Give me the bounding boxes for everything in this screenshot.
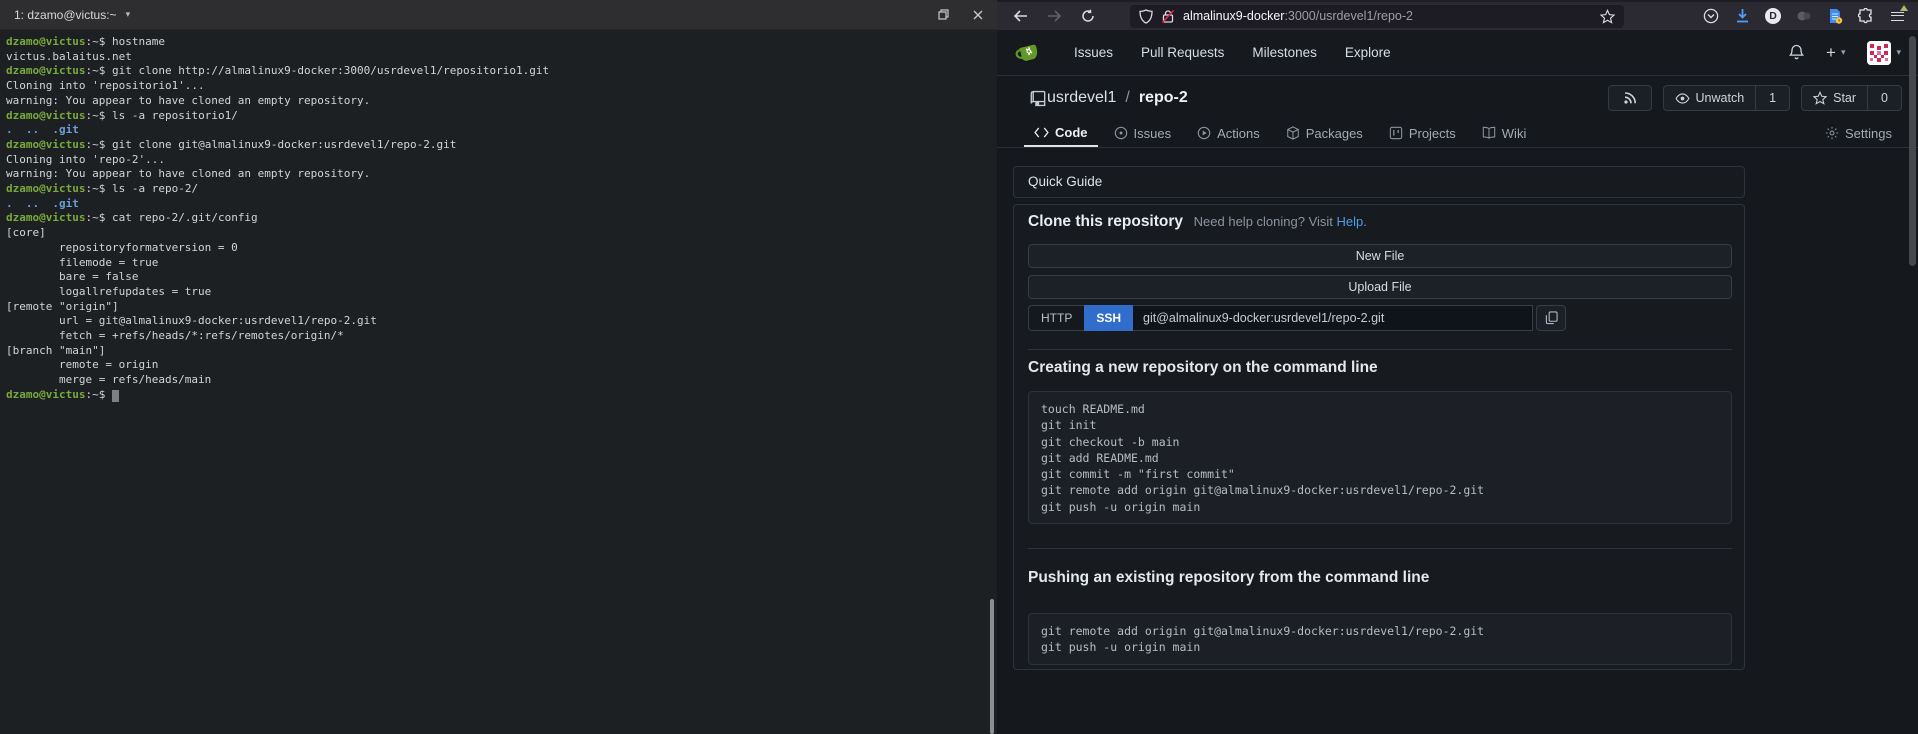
repo-tabs: Code Issues Actions Packages Projects — [997, 120, 1918, 148]
account-profile-icon[interactable] — [1795, 7, 1813, 25]
menu-hamburger-icon[interactable] — [1888, 7, 1906, 25]
section-heading-push: Pushing an existing repository from the … — [1028, 569, 1429, 587]
clone-url-input[interactable] — [1133, 305, 1533, 331]
darkreader-icon[interactable]: D — [1764, 7, 1782, 25]
code-icon — [1034, 127, 1049, 138]
terminal-scrollbar-thumb[interactable] — [990, 599, 994, 734]
gitea-logo[interactable] — [1014, 38, 1044, 68]
nav-item-milestones[interactable]: Milestones — [1252, 45, 1317, 60]
empty-repo-guide-panel: Clone this repository Need help cloning?… — [1013, 204, 1745, 670]
repo-header: usrdevel1 / repo-2 Unwatch 1 — [997, 76, 1918, 120]
terminal-title: 1: dzamo@victus:~ — [14, 8, 117, 22]
browser-window: almalinux9-docker:3000/usrdevel1/repo-2 … — [997, 0, 1918, 734]
gear-icon — [1825, 126, 1839, 140]
user-menu[interactable]: ▾ — [1867, 41, 1901, 65]
url-host: almalinux9-docker — [1183, 9, 1284, 23]
back-icon[interactable] — [1011, 7, 1029, 25]
forward-icon[interactable] — [1045, 7, 1063, 25]
desktop: 1: dzamo@victus:~ ▾ dzamo@victus:~$ host… — [0, 0, 1918, 734]
gitea-page: Issues Pull Requests Milestones Explore … — [997, 30, 1918, 734]
reader-document-icon[interactable] — [1826, 7, 1844, 25]
nav-item-explore[interactable]: Explore — [1345, 45, 1391, 60]
code-block-create: touch README.md git init git checkout -b… — [1028, 391, 1732, 524]
repo-title: usrdevel1 / repo-2 — [1047, 89, 1188, 107]
star-button[interactable]: Star 0 — [1801, 85, 1902, 111]
browser-toolbar: almalinux9-docker:3000/usrdevel1/repo-2 … — [997, 0, 1918, 30]
reload-icon[interactable] — [1079, 7, 1097, 25]
unwatch-button[interactable]: Unwatch 1 — [1663, 85, 1791, 111]
section-heading-create: Creating a new repository on the command… — [1028, 359, 1378, 377]
help-link[interactable]: Help — [1337, 214, 1364, 229]
star-icon — [1813, 91, 1827, 105]
tab-packages[interactable]: Packages — [1276, 119, 1373, 147]
copy-icon — [1545, 311, 1558, 325]
create-new-button[interactable]: + ▾ — [1826, 44, 1845, 61]
chevron-down-icon: ▾ — [1896, 47, 1901, 58]
package-icon — [1286, 126, 1300, 140]
tab-wiki[interactable]: Wiki — [1472, 119, 1537, 147]
url-text[interactable]: almalinux9-docker:3000/usrdevel1/repo-2 — [1183, 9, 1592, 23]
chevron-down-icon[interactable]: ▾ — [126, 9, 131, 20]
insecure-lock-icon[interactable] — [1161, 9, 1175, 24]
book-icon — [1482, 126, 1496, 140]
downloads-icon[interactable] — [1733, 7, 1751, 25]
url-path: :3000/usrdevel1/repo-2 — [1284, 9, 1413, 23]
clone-ssh-button[interactable]: SSH — [1084, 305, 1133, 331]
project-board-icon — [1389, 126, 1403, 140]
plus-icon: + — [1826, 44, 1836, 61]
terminal-titlebar[interactable]: 1: dzamo@victus:~ ▾ — [0, 0, 997, 30]
terminal-output[interactable]: dzamo@victus:~$ hostnamevictus.balaitus.… — [0, 30, 997, 734]
nav-item-pull-requests[interactable]: Pull Requests — [1141, 45, 1224, 60]
pocket-icon[interactable] — [1702, 7, 1720, 25]
eye-icon — [1675, 93, 1690, 104]
watch-count[interactable]: 1 — [1755, 86, 1789, 110]
tab-code[interactable]: Code — [1024, 119, 1098, 147]
update-badge — [1900, 5, 1908, 11]
new-file-button[interactable]: New File — [1028, 244, 1732, 268]
quick-guide-panel: Quick Guide — [1013, 166, 1745, 198]
tab-settings[interactable]: Settings — [1815, 119, 1902, 147]
url-bar[interactable]: almalinux9-docker:3000/usrdevel1/repo-2 — [1130, 5, 1624, 28]
tab-issues[interactable]: Issues — [1104, 119, 1182, 147]
star-count[interactable]: 0 — [1867, 86, 1901, 110]
repo-content: Quick Guide Clone this repository Need h… — [997, 148, 1918, 734]
clone-heading: Clone this repository Need help cloning?… — [1028, 213, 1367, 231]
issue-icon — [1114, 126, 1128, 140]
divider — [1028, 548, 1732, 549]
close-window-icon[interactable] — [973, 10, 983, 20]
repo-name-link[interactable]: repo-2 — [1139, 89, 1188, 107]
nav-item-issues[interactable]: Issues — [1074, 45, 1113, 60]
clone-http-button[interactable]: HTTP — [1028, 305, 1084, 331]
terminal-window: 1: dzamo@victus:~ ▾ dzamo@victus:~$ host… — [0, 0, 997, 734]
repo-icon — [1030, 90, 1047, 107]
clone-url-row: HTTP SSH — [1028, 305, 1566, 331]
repo-owner-link[interactable]: usrdevel1 — [1047, 89, 1116, 107]
restore-window-icon[interactable] — [938, 9, 949, 20]
tab-actions[interactable]: Actions — [1187, 119, 1270, 147]
play-circle-icon — [1197, 126, 1211, 140]
notifications-bell-icon[interactable] — [1789, 44, 1804, 61]
chevron-down-icon: ▾ — [1841, 47, 1846, 58]
copy-url-button[interactable] — [1536, 305, 1566, 331]
tab-projects[interactable]: Projects — [1379, 119, 1466, 147]
divider — [1028, 349, 1732, 350]
code-block-push: git remote add origin git@almalinux9-doc… — [1028, 613, 1732, 665]
gitea-navbar: Issues Pull Requests Milestones Explore … — [997, 30, 1918, 76]
shield-icon[interactable] — [1139, 9, 1153, 24]
upload-file-button[interactable]: Upload File — [1028, 275, 1732, 299]
extensions-puzzle-icon[interactable] — [1857, 7, 1875, 25]
avatar — [1867, 41, 1891, 65]
browser-scrollbar-thumb[interactable] — [1909, 36, 1916, 266]
rss-feed-button[interactable] — [1608, 85, 1652, 111]
bookmark-star-icon[interactable] — [1600, 9, 1615, 24]
